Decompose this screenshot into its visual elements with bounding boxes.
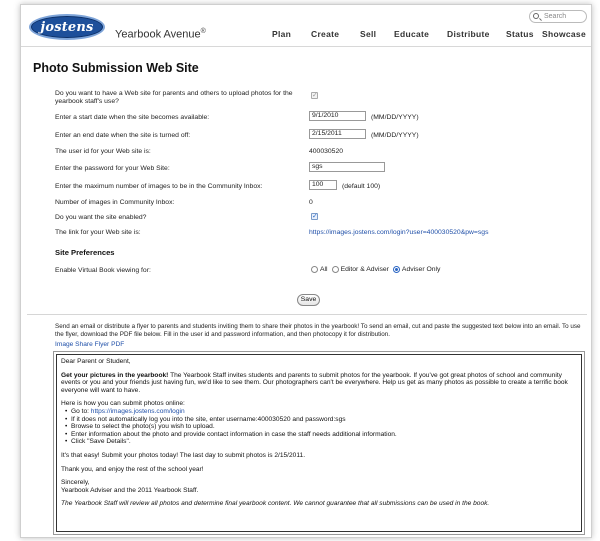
end-date-hint: (MM/DD/YYYY)	[371, 132, 419, 139]
logo-text: jostens	[40, 19, 94, 35]
radio-editor-adviser[interactable]: Editor & Adviser	[331, 266, 389, 273]
flyer-pdf-link[interactable]: Image Share Flyer PDF	[55, 341, 124, 348]
brand-text: Yearbook Avenue	[115, 28, 201, 41]
user-id-label: The user id for your Web site is:	[55, 148, 151, 155]
letter-step: Go to: https://images.jostens.com/login	[65, 407, 577, 416]
letter-intro: Get your pictures in the yearbook! The Y…	[61, 372, 577, 395]
end-date-label: Enter an end date when the site is turne…	[55, 132, 191, 139]
num-images-value: 0	[309, 199, 313, 206]
start-date-hint: (MM/DD/YYYY)	[371, 114, 419, 121]
virtual-book-radio-group: All Editor & Adviser Adviser Only	[311, 266, 440, 273]
search-icon	[533, 13, 539, 19]
max-images-label: Enter the maximum number of images to be…	[55, 183, 263, 190]
enabled-label: Do you want the site enabled?	[55, 214, 147, 221]
save-button[interactable]: Save	[297, 294, 320, 306]
radio-icon	[331, 266, 339, 273]
nav-distribute[interactable]: Distribute	[447, 29, 490, 39]
nav-status[interactable]: Status	[506, 29, 534, 39]
radio-selected-icon	[392, 266, 400, 273]
letter-headline: Get your pictures in the yearbook!	[61, 371, 169, 379]
radio-label: All	[320, 266, 328, 273]
max-images-hint: (default 100)	[342, 183, 381, 190]
letter-step: If it does not automatically log you int…	[65, 416, 577, 424]
letter-disclaimer: The Yearbook Staff will review all photo…	[61, 500, 577, 508]
max-images-input[interactable]: 100	[309, 180, 337, 190]
num-images-label: Number of images in Community Inbox:	[55, 199, 175, 206]
letter-step: Enter information about the photo and pr…	[65, 431, 577, 439]
enabled-checkbox[interactable]: ✓	[311, 213, 318, 220]
letter-steps: Go to: https://images.jostens.com/login …	[61, 408, 577, 446]
end-date-input[interactable]: 2/15/2011	[309, 129, 366, 139]
intro-text: Send an email or distribute a flyer to p…	[55, 323, 581, 338]
letter-sign-1: Sincerely,	[61, 479, 90, 487]
suggested-email-text[interactable]: Dear Parent or Student, Get your picture…	[53, 351, 585, 535]
password-input[interactable]: sgs	[309, 162, 385, 172]
search-input[interactable]: Search	[529, 10, 587, 23]
letter-greeting: Dear Parent or Student,	[61, 358, 131, 365]
want-site-checkbox[interactable]: ✓	[311, 92, 318, 99]
header: jostens Yearbook Avenue® Search Plan Cre…	[21, 5, 591, 47]
search-placeholder: Search	[544, 13, 567, 20]
letter-easy: It's that easy! Submit your photos today…	[61, 451, 306, 459]
link-label: The link for your Web site is:	[55, 229, 141, 236]
want-site-label: Do you want to have a Web site for paren…	[55, 90, 293, 105]
jostens-logo[interactable]: jostens	[29, 14, 105, 40]
nav-showcase[interactable]: Showcase	[542, 29, 586, 39]
letter-step: Click "Save Details".	[65, 438, 577, 446]
radio-all[interactable]: All	[311, 266, 328, 273]
radio-label: Adviser Only	[401, 266, 441, 273]
password-label: Enter the password for your Web Site:	[55, 165, 170, 172]
letter-step: Browse to select the photo(s) you wish t…	[65, 423, 577, 431]
nav-create[interactable]: Create	[311, 29, 339, 39]
nav-sell[interactable]: Sell	[360, 29, 376, 39]
app-window: jostens Yearbook Avenue® Search Plan Cre…	[20, 4, 592, 538]
radio-adviser-only[interactable]: Adviser Only	[392, 266, 441, 273]
site-preferences-title: Site Preferences	[55, 248, 115, 257]
virtual-book-label: Enable Virtual Book viewing for:	[55, 267, 151, 274]
user-id-value: 400030520	[309, 148, 344, 155]
nav-plan[interactable]: Plan	[272, 29, 291, 39]
radio-icon	[311, 266, 318, 273]
site-link[interactable]: https://images.jostens.com/login?user=40…	[309, 229, 488, 236]
step-text: Go to:	[71, 407, 91, 415]
letter-sign-2: Yearbook Adviser and the 2011 Yearbook S…	[61, 486, 199, 494]
letter-body: Dear Parent or Student, Get your picture…	[56, 354, 582, 532]
start-date-label: Enter a start date when the site becomes…	[55, 114, 210, 121]
brand-mark: ®	[200, 28, 206, 35]
page-title: Photo Submission Web Site	[33, 61, 199, 75]
nav-educate[interactable]: Educate	[394, 29, 429, 39]
letter-thanks: Thank you, and enjoy the rest of the sch…	[61, 465, 204, 473]
divider	[27, 314, 587, 315]
disclaimer-text: The Yearbook Staff will review all photo…	[61, 500, 490, 508]
start-date-input[interactable]: 9/1/2010	[309, 111, 366, 121]
brand-name: Yearbook Avenue®	[115, 28, 206, 41]
letter-how-to: Here is how you can submit photos online…	[61, 400, 185, 408]
login-link[interactable]: https://images.jostens.com/login	[91, 408, 185, 415]
radio-label: Editor & Adviser	[340, 266, 389, 273]
